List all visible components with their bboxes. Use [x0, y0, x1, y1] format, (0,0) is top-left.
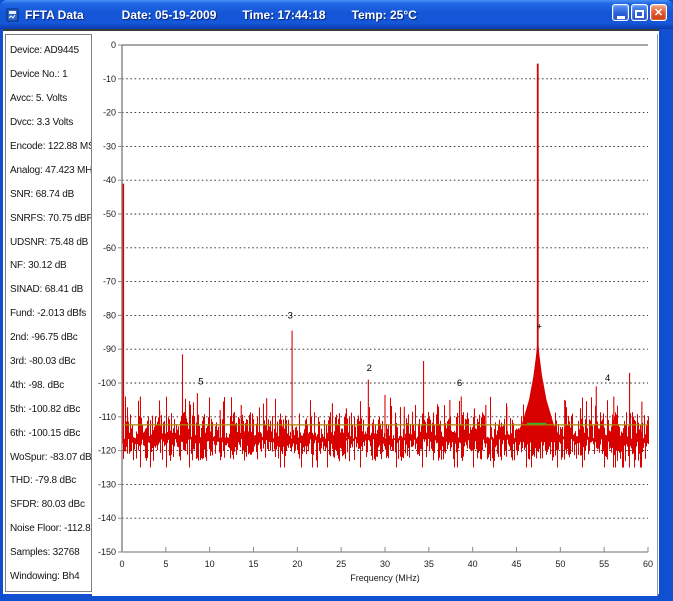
app-window: FFTA Data Date: 05-19-2009 Time: 17:44:1… [0, 0, 673, 601]
x-tick-label: 15 [248, 559, 258, 569]
y-tick-label: -20 [103, 108, 116, 118]
y-tick-label: -140 [98, 513, 116, 523]
sidebar-row: Avcc: 5. Volts [10, 87, 91, 111]
harmonic-label: 5 [198, 376, 203, 387]
y-tick-label: -120 [98, 446, 116, 456]
stats-sidebar: Device: AD9445Device No.: 1Avcc: 5. Volt… [5, 34, 92, 592]
y-tick-label: -70 [103, 277, 116, 287]
titlebar[interactable]: FFTA Data Date: 05-19-2009 Time: 17:44:1… [0, 0, 673, 29]
x-tick-label: 45 [511, 559, 521, 569]
sidebar-row: Fund: -2.013 dBfs [10, 302, 91, 326]
y-tick-label: -110 [99, 412, 116, 422]
x-tick-label: 40 [468, 559, 478, 569]
titlebar-date: Date: 05-19-2009 [122, 8, 217, 22]
sidebar-row: Dvcc: 3.3 Volts [10, 111, 91, 135]
y-tick-label: 0 [111, 40, 116, 50]
sidebar-row: Samples: 32768 [10, 541, 91, 565]
sidebar-row: WoSpur: -83.07 dBc + [10, 445, 91, 469]
sidebar-row: Analog: 47.423 MHz [10, 158, 91, 182]
axes [122, 45, 648, 552]
chart-panel: 0 -10 -20 -30 -40 -50 -60 -70 -80 -90 -100 -110 -120… [92, 34, 658, 596]
sidebar-row: UDSNR: 75.48 dB [10, 230, 91, 254]
harmonic-label: 6 [457, 378, 462, 389]
harmonic-label: 3 [288, 310, 293, 321]
close-icon: ✕ [654, 7, 663, 19]
sidebar-row: Device: AD9445 [10, 39, 91, 63]
sidebar-row: SNRFS: 70.75 dBFS [10, 206, 91, 230]
sidebar-row: SNR: 68.74 dB [10, 182, 91, 206]
fft-plot: 0 -10 -20 -30 -40 -50 -60 -70 -80 -90 -100 -110 -120… [92, 34, 658, 596]
y-tick-label: -10 [103, 74, 116, 84]
y-tick-label: -150 [98, 547, 116, 557]
x-tick-label: 25 [336, 559, 346, 569]
y-tick-label: -90 [103, 344, 116, 354]
window-controls: ✕ [612, 4, 667, 21]
x-axis-title: Frequency (MHz) [350, 573, 420, 583]
close-button[interactable]: ✕ [650, 4, 667, 21]
client-area: Device: AD9445Device No.: 1Avcc: 5. Volt… [3, 29, 659, 594]
sidebar-row: Windowing: Bh4 [10, 565, 91, 589]
window-title: FFTA Data [25, 8, 84, 22]
y-tick-label: -40 [103, 175, 116, 185]
x-tick-label: 10 [205, 559, 215, 569]
sidebar-row: 6th: -100.15 dBc [10, 421, 91, 445]
sidebar-row: SINAD: 68.41 dB [10, 278, 91, 302]
x-tick-label: 0 [119, 559, 124, 569]
x-tick-label: 35 [424, 559, 434, 569]
x-tick-label: 50 [555, 559, 565, 569]
sidebar-row: Noise Floor: -112.89 dBFS [10, 517, 91, 541]
minimize-button[interactable] [612, 4, 629, 21]
maximize-icon [635, 10, 644, 18]
y-axis-labels: 0 -10 -20 -30 -40 -50 -60 -70 -80 -90 -100 -110 -120… [98, 40, 122, 557]
dc-spike [123, 184, 127, 444]
sidebar-row: Device No.: 1 [10, 63, 91, 87]
harmonic-labels: 5 3 2 6 4 + [198, 310, 610, 389]
noise-floor-trace [124, 397, 649, 468]
y-tick-label: -30 [103, 141, 116, 151]
sidebar-row: 2nd: -96.75 dBc [10, 326, 91, 350]
sidebar-row: SFDR: 80.03 dBc [10, 493, 91, 517]
titlebar-temp: Temp: 25°C [352, 8, 417, 22]
maximize-button[interactable] [631, 4, 648, 21]
x-tick-label: 20 [292, 559, 302, 569]
titlebar-time: Time: 17:44:18 [242, 8, 325, 22]
x-tick-label: 55 [599, 559, 609, 569]
harmonic-label: + [537, 322, 543, 333]
x-tick-label: 60 [643, 559, 653, 569]
y-tick-label: -60 [103, 243, 116, 253]
harmonic-label: 2 [367, 363, 372, 374]
sidebar-row: Encode: 122.88 MSPS [10, 135, 91, 159]
sidebar-row: 5th: -100.82 dBc [10, 397, 91, 421]
y-tick-label: -130 [98, 479, 116, 489]
sidebar-row: 4th: -98. dBc [10, 373, 91, 397]
sidebar-row: 3rd: -80.03 dBc [10, 350, 91, 374]
x-tick-label: 30 [380, 559, 390, 569]
x-tick-label: 5 [163, 559, 168, 569]
sidebar-row: THD: -79.8 dBc [10, 469, 91, 493]
y-tick-label: -80 [103, 310, 116, 320]
sidebar-row: NF: 30.12 dB [10, 254, 91, 278]
harmonic-label: 4 [605, 373, 610, 384]
app-icon [6, 8, 20, 22]
y-tick-label: -100 [98, 378, 116, 388]
minimize-icon [617, 16, 625, 19]
fundamental-spike [513, 64, 562, 443]
y-tick-label: -50 [103, 209, 116, 219]
